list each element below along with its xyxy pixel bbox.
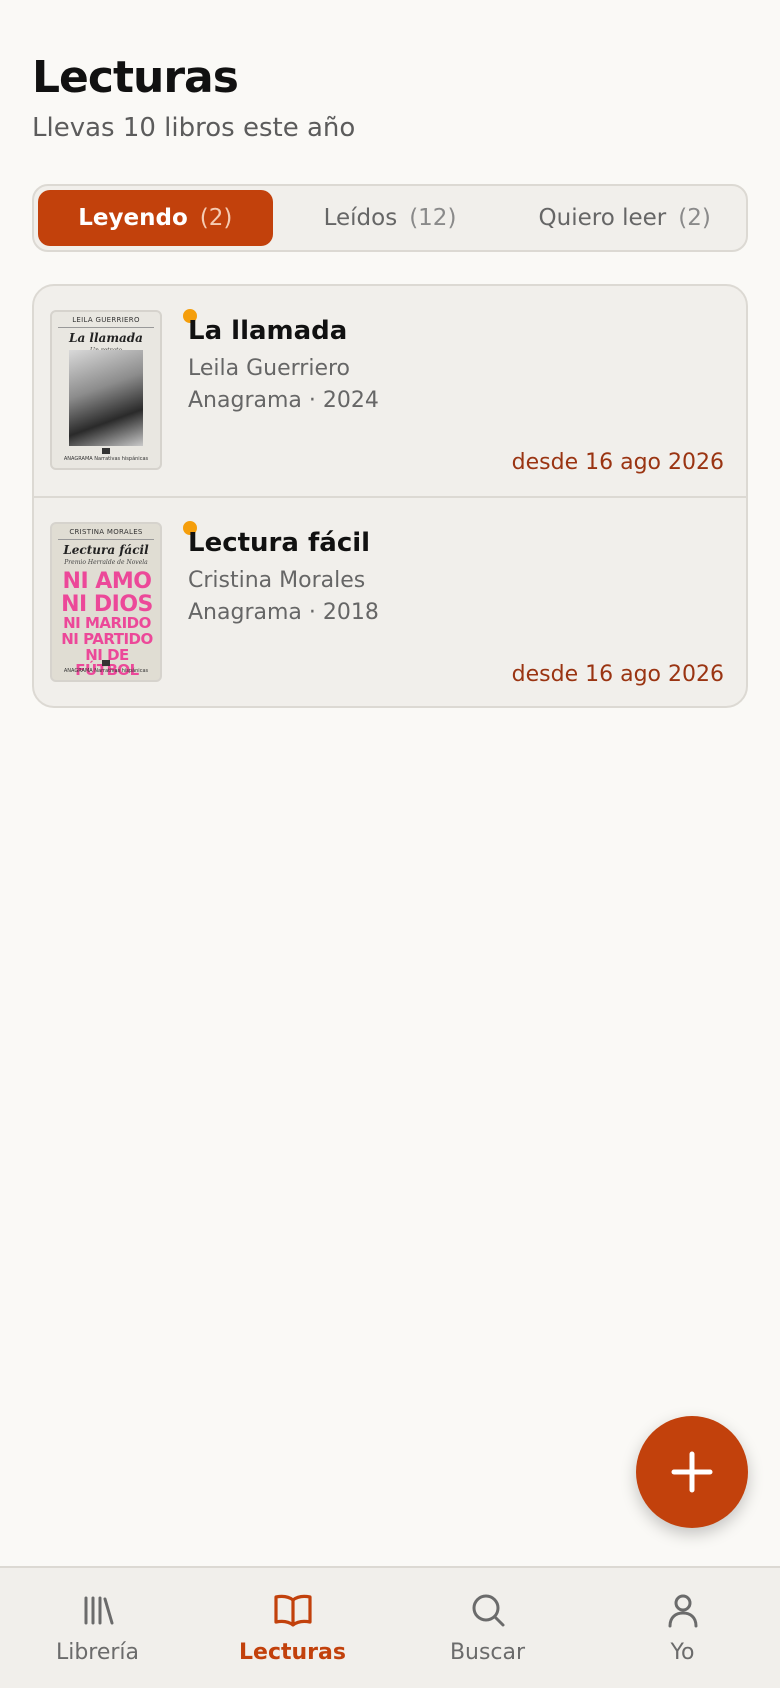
nav-item-buscar[interactable]: Buscar — [390, 1568, 585, 1688]
tab-leyendo[interactable]: Leyendo (2) — [38, 190, 273, 246]
tab-quiero-leer[interactable]: Quiero leer (2) — [507, 190, 742, 246]
cover-publisher: ANAGRAMA Narrativas hispánicas — [63, 668, 149, 674]
cover-subtitle: Premio Herralde de Novela — [64, 559, 148, 566]
tab-leidos[interactable]: Leídos (12) — [273, 190, 508, 246]
plus-icon — [671, 1451, 713, 1493]
tab-count: (2) — [199, 205, 233, 231]
header: Lecturas Llevas 10 libros este año — [32, 52, 355, 143]
nav-label: Librería — [55, 1640, 140, 1665]
page-title: Lecturas — [32, 52, 239, 103]
book-title: La llamada — [188, 316, 348, 346]
search-icon — [472, 1594, 504, 1627]
cover-slogan-line: NI AMO — [62, 569, 152, 594]
cover-author: CRISTINA MORALES — [69, 528, 143, 536]
tab-label: Leyendo — [78, 205, 188, 231]
cover-divider — [58, 539, 154, 540]
publisher-logo-icon — [102, 448, 110, 454]
book-cover: CRISTINA MORALES Lectura fácil Premio He… — [50, 522, 162, 682]
nav-label: Buscar — [449, 1640, 526, 1665]
book-row-la-llamada[interactable]: LEILA GUERRIERO La llamada Un retrato AN… — [34, 286, 746, 496]
nav-label: Lecturas — [239, 1640, 346, 1665]
cover-slogan-line: NI DIOS — [61, 592, 153, 618]
book-author: Leila Guerriero — [188, 356, 351, 381]
book-cover: LEILA GUERRIERO La llamada Un retrato AN… — [50, 310, 162, 470]
book-row-lectura-facil[interactable]: CRISTINA MORALES Lectura fácil Premio He… — [34, 496, 746, 706]
nav-item-lecturas[interactable]: Lecturas — [195, 1568, 390, 1688]
reading-status-tabs: Leyendo (2) Leídos (12) Quiero leer (2) — [32, 184, 748, 252]
nav-item-yo[interactable]: Yo — [585, 1568, 780, 1688]
tab-count: (2) — [678, 205, 711, 231]
library-icon — [84, 1596, 113, 1625]
reading-list: LEILA GUERRIERO La llamada Un retrato AN… — [32, 284, 748, 708]
reading-since-date: desde 16 ago 2026 — [511, 662, 724, 687]
book-author: Cristina Morales — [188, 568, 366, 593]
page-subtitle: Llevas 10 libros este año — [32, 113, 356, 143]
cover-photo — [69, 350, 143, 446]
book-title: Lectura fácil — [188, 528, 371, 558]
bottom-navigation: Librería Lecturas Buscar Yo — [0, 1566, 780, 1688]
tab-label: Quiero leer — [538, 205, 667, 231]
reading-since-date: desde 16 ago 2026 — [511, 450, 724, 475]
cover-divider — [58, 327, 154, 328]
tab-count: (12) — [409, 205, 457, 231]
user-icon — [668, 1594, 697, 1628]
publisher-logo-icon — [102, 660, 110, 666]
tab-label: Leídos — [323, 205, 398, 231]
book-publisher-year: Anagrama · 2024 — [188, 388, 379, 413]
cover-author: LEILA GUERRIERO — [72, 316, 140, 324]
cover-publisher: ANAGRAMA Narrativas hispánicas — [63, 456, 149, 462]
nav-item-libreria[interactable]: Librería — [0, 1568, 195, 1688]
book-publisher-year: Anagrama · 2018 — [188, 600, 379, 625]
add-book-button[interactable] — [636, 1416, 748, 1528]
open-book-icon — [273, 1594, 312, 1627]
cover-title: Lectura fácil — [63, 543, 149, 557]
cover-title: La llamada — [69, 331, 143, 345]
nav-label: Yo — [670, 1640, 695, 1665]
